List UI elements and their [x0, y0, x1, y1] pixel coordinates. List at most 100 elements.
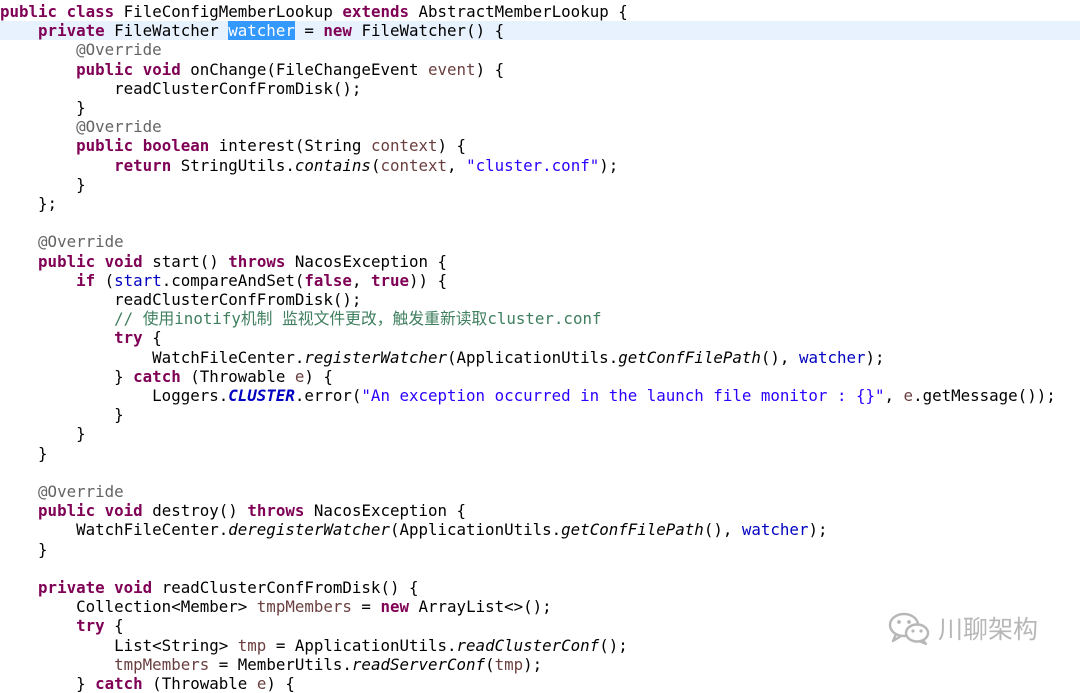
code-token: ); [523, 654, 543, 674]
code-line[interactable]: } catch (Throwable e) { [0, 674, 1080, 693]
code-line[interactable]: private FileWatcher watcher = new FileWa… [0, 21, 1080, 41]
code-editor[interactable]: public class FileConfigMemberLookup exte… [0, 0, 1080, 693]
code-token: onChange(FileChangeEvent [180, 59, 429, 79]
code-line[interactable] [0, 463, 1080, 482]
code-token: class [66, 2, 115, 21]
code-token: context [380, 155, 448, 175]
code-token: } [0, 674, 96, 693]
code-line[interactable]: public void destroy() throws NacosExcept… [0, 501, 1080, 520]
code-line[interactable]: public class FileConfigMemberLookup exte… [0, 2, 1080, 21]
code-token: ) { [304, 366, 333, 386]
code-token: readClusterConfFromDisk(); [0, 290, 362, 309]
code-token: try [114, 328, 143, 348]
code-line[interactable]: @Override [0, 482, 1080, 501]
code-token: ) { [437, 136, 467, 156]
code-token: 使用 [142, 309, 175, 329]
code-token: FileWatcher [104, 21, 229, 41]
code-token: = [351, 597, 381, 617]
code-line[interactable]: public void start() throws NacosExceptio… [0, 252, 1080, 271]
wechat-icon [888, 611, 930, 645]
code-token: CLUSTER [228, 386, 295, 405]
code-line[interactable]: @Override [0, 117, 1080, 136]
code-line[interactable]: @Override [0, 40, 1080, 59]
code-token: @Override [76, 117, 162, 137]
code-line[interactable]: } [0, 444, 1080, 463]
code-token: readClusterConfFromDisk(); [0, 78, 362, 98]
code-token: void [114, 578, 153, 597]
code-token: (), [760, 347, 799, 367]
code-line[interactable]: if (start.compareAndSet(false, true)) { [0, 271, 1080, 290]
code-token: @Override [38, 232, 124, 252]
code-token: destroy() [142, 501, 248, 521]
code-line[interactable]: } [0, 175, 1080, 194]
code-token: = [294, 21, 324, 41]
code-token: context [370, 136, 438, 156]
code-token: @Override [38, 482, 124, 501]
code-token: new [380, 597, 409, 617]
code-token: catch [133, 366, 181, 386]
code-token: Loggers. [0, 386, 229, 405]
code-token: ) { [475, 59, 505, 79]
code-line[interactable]: WatchFileCenter.deregisterWatcher(Applic… [0, 520, 1080, 539]
code-token: , [351, 270, 371, 290]
code-line[interactable]: readClusterConfFromDisk(); [0, 79, 1080, 98]
code-line[interactable]: readClusterConfFromDisk(); [0, 290, 1080, 309]
code-token: (Throwable [180, 366, 295, 386]
code-token: ); [865, 347, 885, 367]
code-line[interactable]: }; [0, 194, 1080, 213]
code-token: getConfFilePath [561, 520, 704, 540]
code-token: public [0, 2, 58, 21]
code-line[interactable]: public void onChange(FileChangeEvent eve… [0, 60, 1080, 79]
code-line[interactable]: } [0, 98, 1080, 117]
code-token: } [0, 405, 124, 425]
code-token: deregisterWatcher [228, 520, 390, 540]
code-line[interactable]: try { [0, 328, 1080, 347]
code-token: = MemberUtils. [209, 654, 352, 674]
code-line[interactable]: private void readClusterConfFromDisk() { [0, 578, 1080, 597]
code-line[interactable]: Loggers.CLUSTER.error("An exception occu… [0, 386, 1080, 405]
code-token: Collection<Member> [0, 597, 257, 617]
code-line[interactable]: // 使用inotify机制 监视文件更改，触发重新读取cluster.conf [0, 309, 1080, 328]
code-token: public [38, 251, 96, 271]
code-token: ArrayList<>(); [409, 597, 552, 617]
code-token: true [370, 270, 410, 290]
code-token: "cluster.conf" [466, 155, 600, 175]
code-token: WatchFileCenter. [0, 347, 305, 367]
code-line[interactable]: @Override [0, 232, 1080, 251]
code-token: } [0, 424, 86, 444]
code-token: NacosException { [285, 251, 448, 271]
code-line[interactable]: } catch (Throwable e) { [0, 367, 1080, 386]
code-token: (ApplicationUtils. [389, 520, 562, 540]
code-line[interactable]: } [0, 424, 1080, 443]
code-token: .error( [294, 386, 362, 405]
code-line[interactable]: public boolean interest(String context) … [0, 136, 1080, 155]
code-line[interactable]: } [0, 540, 1080, 559]
code-token: @Override [76, 40, 162, 60]
code-token: interest(String [209, 136, 371, 156]
code-line[interactable] [0, 213, 1080, 232]
code-line[interactable]: } [0, 405, 1080, 424]
code-line[interactable]: WatchFileCenter.registerWatcher(Applicat… [0, 348, 1080, 367]
code-line[interactable]: return StringUtils.contains(context, "cl… [0, 156, 1080, 175]
code-token: boolean [142, 136, 210, 156]
code-line[interactable]: tmpMembers = MemberUtils.readServerConf(… [0, 655, 1080, 674]
code-token: tmp [494, 654, 524, 674]
code-line[interactable] [0, 559, 1080, 578]
code-token: watcher [741, 520, 809, 540]
code-token: { [142, 328, 162, 348]
code-token: } [0, 174, 86, 194]
code-token: private [38, 21, 105, 41]
code-token: } [0, 98, 86, 117]
code-token: void [142, 59, 181, 79]
code-token: (); [599, 635, 628, 655]
